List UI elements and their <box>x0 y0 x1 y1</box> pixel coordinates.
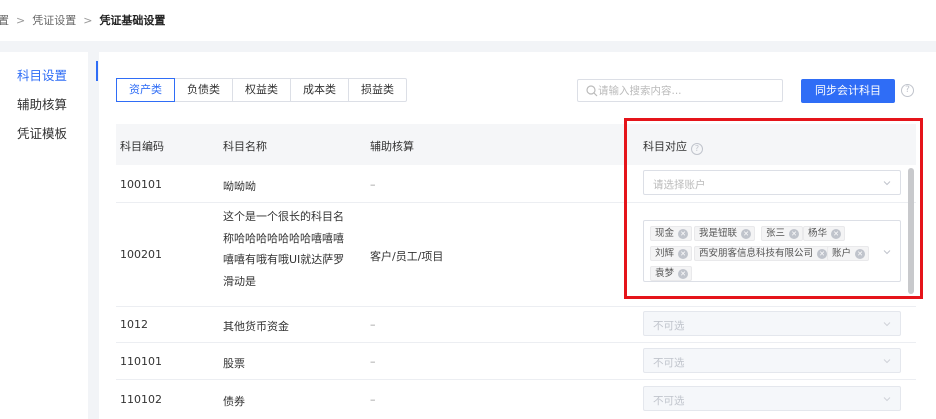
chevron-down-icon <box>883 359 891 364</box>
selected-tag: 张三 ✕ <box>761 226 804 241</box>
account-code: 1012 <box>120 318 148 331</box>
selected-tag: 杨华 ✕ <box>803 226 846 241</box>
account-name-line: 嘻嘻有哦有哦UI就达萨罗 <box>223 253 345 266</box>
column-header-code: 科目编码 <box>120 140 164 153</box>
sync-accounts-button[interactable]: 同步会计科目 <box>801 79 895 103</box>
auxiliary-value: – <box>370 393 376 406</box>
tab-cost[interactable]: 成本类 <box>291 79 349 101</box>
breadcrumb-separator: > <box>16 14 26 27</box>
column-header-name: 科目名称 <box>223 140 267 153</box>
account-select-disabled: 不可选 <box>643 348 901 373</box>
close-icon[interactable]: ✕ <box>678 249 689 259</box>
auxiliary-value: – <box>370 178 376 191</box>
account-select[interactable]: 请选择账户 <box>643 170 901 195</box>
select-placeholder: 不可选 <box>653 357 685 369</box>
tag-label: 西安朋客信息科技有限公司 <box>699 248 814 259</box>
account-name-line: 滑动是 <box>223 274 256 288</box>
selected-tag: 现金 ✕ <box>650 226 693 241</box>
selected-tag: 西安朋客信息科技有限公司 ✕ <box>694 246 832 261</box>
close-icon[interactable]: ✕ <box>831 229 842 239</box>
breadcrumb: 置 > 凭证设置 > 凭证基础设置 <box>0 12 165 28</box>
select-placeholder: 不可选 <box>653 320 685 332</box>
column-header-mapping-label: 科目对应 <box>643 140 687 153</box>
column-header-mapping: 科目对应? <box>643 138 703 155</box>
chevron-down-icon <box>883 181 891 186</box>
tag-label: 袁梦 <box>655 268 675 279</box>
account-select-disabled: 不可选 <box>643 386 901 411</box>
account-select-disabled: 不可选 <box>643 311 901 336</box>
account-name: 股票 <box>223 357 245 370</box>
tab-liabilities[interactable]: 负债类 <box>175 79 233 101</box>
select-placeholder: 不可选 <box>653 395 685 407</box>
sidebar-item-voucher-template[interactable]: 凭证模板 <box>17 123 67 142</box>
top-bar: 置 > 凭证设置 > 凭证基础设置 <box>0 0 936 41</box>
account-name: 这个是一个很长的科目名 称哈哈哈哈哈哈哈嘻嘻嘻 嘻嘻有哦有哦UI就达萨罗 滑动是 <box>223 206 348 292</box>
tab-equity[interactable]: 权益类 <box>233 79 291 101</box>
tag-label: 刘辉 <box>655 248 675 259</box>
account-name-line: 称哈哈哈哈哈哈哈嘻嘻嘻 <box>223 231 344 245</box>
selected-tag: 账户 ✕ <box>827 246 870 261</box>
column-header-auxiliary: 辅助核算 <box>370 140 414 153</box>
breadcrumb-current: 凭证基础设置 <box>99 14 166 27</box>
account-code: 100201 <box>120 248 162 261</box>
sidebar-item-auxiliary-accounting[interactable]: 辅助核算 <box>17 94 67 113</box>
selected-tag: 我是钮联 ✕ <box>694 226 756 241</box>
sidebar-item-account-settings[interactable]: 科目设置 <box>17 65 67 84</box>
table-header: 科目编码 科目名称 辅助核算 科目对应? <box>116 124 916 165</box>
close-icon[interactable]: ✕ <box>817 249 828 259</box>
auxiliary-value: – <box>370 355 376 368</box>
breadcrumb-item-settings[interactable]: 置 <box>0 14 9 27</box>
account-name-line: 这个是一个很长的科目名 <box>223 210 344 223</box>
selected-tag: 袁梦 ✕ <box>650 266 693 281</box>
close-icon[interactable]: ✕ <box>741 229 752 239</box>
help-icon[interactable]: ? <box>901 84 914 97</box>
tag-label: 杨华 <box>808 228 828 239</box>
search-input[interactable] <box>598 81 778 100</box>
vertical-scrollbar[interactable] <box>908 168 914 294</box>
account-name: 其他货币资金 <box>223 320 289 333</box>
close-icon[interactable]: ✕ <box>678 269 689 279</box>
search-box <box>577 79 783 102</box>
account-name: 债券 <box>223 395 245 408</box>
chevron-down-icon <box>883 397 891 402</box>
tag-label: 账户 <box>832 248 852 259</box>
search-icon <box>586 85 598 97</box>
account-code: 100101 <box>120 178 162 191</box>
auxiliary-value: – <box>370 318 376 331</box>
chevron-down-icon <box>883 250 891 255</box>
auxiliary-value: 客户/员工/项目 <box>370 250 444 263</box>
sidebar-active-indicator <box>96 61 98 81</box>
select-placeholder: 请选择账户 <box>653 179 706 191</box>
account-code: 110102 <box>120 393 162 406</box>
breadcrumb-item-voucher-settings[interactable]: 凭证设置 <box>32 14 76 27</box>
tag-label: 现金 <box>655 228 675 239</box>
close-icon[interactable]: ✕ <box>678 229 689 239</box>
category-tabs: 资产类 负债类 权益类 成本类 损益类 <box>116 78 407 102</box>
chevron-down-icon <box>883 322 891 327</box>
tab-assets[interactable]: 资产类 <box>116 78 175 102</box>
tag-label: 我是钮联 <box>699 228 738 239</box>
selected-tag: 刘辉 ✕ <box>650 246 693 261</box>
account-name: 呦呦呦 <box>223 180 256 193</box>
close-icon[interactable]: ✕ <box>855 249 866 259</box>
account-code: 110101 <box>120 355 162 368</box>
tag-label: 张三 <box>766 228 786 239</box>
account-multi-select[interactable]: 现金 ✕ 我是钮联 ✕ 张三 ✕ 杨华 ✕ 刘辉 ✕ 西安朋客信息科技有限公司 ✕ 账户 ✕ … <box>643 220 901 282</box>
breadcrumb-separator: > <box>83 14 93 27</box>
help-icon[interactable]: ? <box>691 143 703 155</box>
close-icon[interactable]: ✕ <box>789 229 800 239</box>
tab-profit-loss[interactable]: 损益类 <box>349 79 406 101</box>
